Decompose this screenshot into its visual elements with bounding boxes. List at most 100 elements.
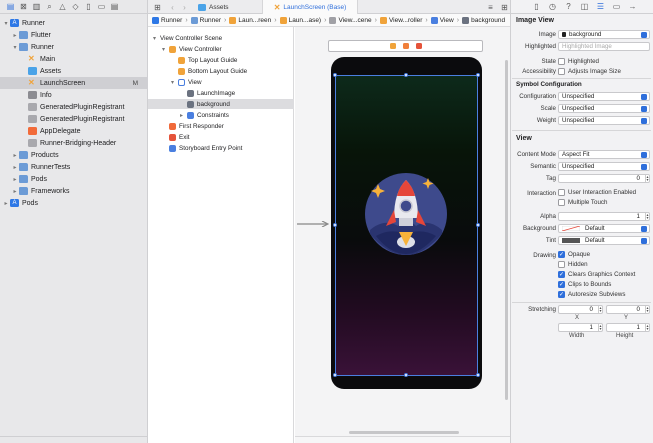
image-field[interactable]: background <box>558 30 650 39</box>
outline-item[interactable]: background <box>148 99 294 109</box>
navigator-item[interactable]: Assets <box>0 65 148 77</box>
semantic-popup[interactable]: Unspecified <box>558 162 650 171</box>
navigator-item[interactable]: ▸ Products <box>0 149 148 161</box>
breadcrumb-item[interactable]: View...roller <box>379 16 422 24</box>
resize-handle[interactable] <box>333 373 337 377</box>
split-editor-icon[interactable]: ≡ <box>484 1 497 13</box>
disclosure-icon[interactable]: ▸ <box>11 188 19 195</box>
resize-handle[interactable] <box>476 73 480 77</box>
stepper-icon[interactable]: ▴ ▾ <box>645 175 649 182</box>
resize-handle[interactable] <box>476 373 480 377</box>
grid-icon[interactable]: ⊞ <box>151 1 164 13</box>
symbol-icon[interactable]: ▥ <box>30 1 43 13</box>
first-responder-icon[interactable] <box>402 43 409 49</box>
navigator-item[interactable]: ▸ Frameworks <box>0 185 148 197</box>
alpha-field[interactable]: 1 ▴ ▾ <box>558 212 650 221</box>
navigator-item[interactable]: Runner-Bridging-Header <box>0 137 148 149</box>
popup-icon[interactable] <box>641 32 647 38</box>
storyboard-entry-arrow[interactable] <box>297 221 329 227</box>
stepper-icon[interactable]: ▴ ▾ <box>645 324 649 331</box>
debug-icon[interactable]: ▯ <box>82 1 95 13</box>
outline-item[interactable]: ▸ Constraints <box>148 110 294 120</box>
navigator-item[interactable]: AppDelegate <box>0 125 148 137</box>
outline-item[interactable]: ▾ View Controller <box>148 44 294 54</box>
breadcrumb-item[interactable]: Laun...reen <box>229 16 271 24</box>
navigator-item[interactable]: ✕ LaunchScreen M <box>0 77 148 89</box>
view-controller-icon[interactable] <box>389 43 396 49</box>
stepper-icon[interactable]: ▴ ▾ <box>598 306 602 313</box>
disclosure-icon[interactable]: ▸ <box>11 164 19 171</box>
disclosure-icon[interactable]: ▸ <box>11 176 19 183</box>
resize-handle[interactable] <box>404 73 408 77</box>
outline-item[interactable]: Storyboard Entry Point <box>148 143 294 153</box>
disclosure-icon[interactable]: ▾ <box>162 46 169 53</box>
outline-item[interactable]: Top Layout Guide <box>148 55 294 65</box>
search-icon[interactable]: ⌕ <box>43 1 56 13</box>
autoresize-subviews-checkbox[interactable]: ✓ Autoresize Subviews <box>558 291 625 298</box>
disclosure-icon[interactable]: ▾ <box>11 44 19 51</box>
report-icon[interactable]: ▤ <box>108 1 121 13</box>
navigator-item[interactable]: ▸ Pods <box>0 173 148 185</box>
breadcrumb-item[interactable]: Runner <box>152 16 182 24</box>
disclosure-icon[interactable]: ▾ <box>153 35 160 42</box>
weight-popup[interactable]: Unspecified <box>558 116 650 125</box>
navigator-item[interactable]: ✕ Main <box>0 53 148 65</box>
breakpoint-icon[interactable]: ▭ <box>95 1 108 13</box>
breadcrumb-item[interactable]: View <box>430 16 454 24</box>
scene-dock[interactable] <box>328 40 483 52</box>
navigator-item[interactable]: ▾ A Runner <box>0 17 148 29</box>
connections-inspector-icon[interactable]: → <box>626 1 639 13</box>
file-inspector-icon[interactable]: ▯ <box>530 1 543 13</box>
multiple-touch-checkbox[interactable]: Multiple Touch <box>558 199 607 206</box>
configuration-popup[interactable]: Unspecified <box>558 92 650 101</box>
resize-handle[interactable] <box>476 223 480 227</box>
vertical-scrollbar[interactable] <box>505 60 508 400</box>
clips-to-bounds-checkbox[interactable]: ✓ Clips to Bounds <box>558 281 611 288</box>
disclosure-icon[interactable]: ▾ <box>2 20 10 27</box>
highlighted-checkbox[interactable]: Highlighted <box>558 58 599 65</box>
content-mode-popup[interactable]: Aspect Fit <box>558 150 650 159</box>
history-icon[interactable]: ◷ <box>546 1 559 13</box>
disclosure-icon[interactable]: ▸ <box>2 200 10 207</box>
size-inspector-icon[interactable]: ▭ <box>610 1 623 13</box>
tag-field[interactable]: 0 ▴ ▾ <box>558 174 650 183</box>
user-interaction-checkbox[interactable]: User Interaction Enabled <box>558 189 636 196</box>
navigator-item[interactable]: ▸ RunnerTests <box>0 161 148 173</box>
navigator-item[interactable]: Info <box>0 89 148 101</box>
navigator-item[interactable]: ▸ A Pods <box>0 197 148 209</box>
outline-item[interactable]: LaunchImage <box>148 88 294 98</box>
breadcrumb-item[interactable]: background <box>462 16 505 24</box>
highlighted-image-field[interactable]: Highlighted Image <box>558 42 650 51</box>
tab-assets[interactable]: Assets <box>198 0 260 14</box>
scale-popup[interactable]: Unspecified <box>558 104 650 113</box>
help-icon[interactable]: ? <box>562 1 575 13</box>
stretch-x-field[interactable]: 0 ▴ ▾ <box>558 305 603 314</box>
stepper-icon[interactable]: ▴ ▾ <box>598 324 602 331</box>
forward-icon[interactable]: › <box>178 1 191 13</box>
stepper-icon[interactable]: ▴ ▾ <box>645 213 649 220</box>
navigator-item[interactable]: ▾ Runner <box>0 41 148 53</box>
tab-launchscreen[interactable]: ✕ LaunchScreen (Base) <box>262 0 358 14</box>
test-icon[interactable]: ◇ <box>69 1 82 13</box>
issue-icon[interactable]: △ <box>56 1 69 13</box>
resize-handle[interactable] <box>333 73 337 77</box>
breadcrumb-item[interactable]: Laun...ase) <box>279 16 321 24</box>
tint-color-popup[interactable]: Default <box>558 236 650 245</box>
disclosure-icon[interactable]: ▸ <box>11 32 19 39</box>
breadcrumb-item[interactable]: Runner <box>190 16 221 24</box>
navigator-item[interactable]: ▸ Flutter <box>0 29 148 41</box>
breadcrumb-item[interactable]: View...cene <box>329 16 372 24</box>
adjusts-image-size-checkbox[interactable]: Adjusts Image Size <box>558 68 621 75</box>
navigator-item[interactable]: GeneratedPluginRegistrant <box>0 101 148 113</box>
background-color-popup[interactable]: Default <box>558 224 650 233</box>
folder-icon[interactable]: ▤ <box>4 1 17 13</box>
hidden-checkbox[interactable]: Hidden <box>558 261 588 268</box>
resize-handle[interactable] <box>333 223 337 227</box>
clears-graphics-context-checkbox[interactable]: ✓ Clears Graphics Context <box>558 271 635 278</box>
resize-handle[interactable] <box>404 373 408 377</box>
stepper-icon[interactable]: ▴ ▾ <box>645 306 649 313</box>
navigator-item[interactable]: GeneratedPluginRegistrant <box>0 113 148 125</box>
outline-item[interactable]: First Responder <box>148 121 294 131</box>
exit-icon[interactable] <box>415 43 422 49</box>
attributes-inspector-icon[interactable]: ☰ <box>594 1 607 13</box>
